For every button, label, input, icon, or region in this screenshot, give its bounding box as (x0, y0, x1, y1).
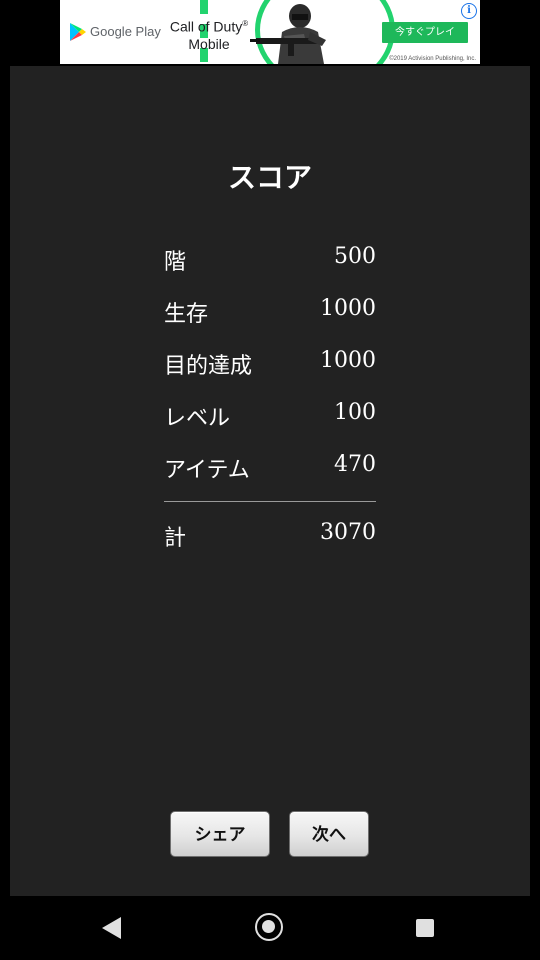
ad-info-icon[interactable]: i (461, 3, 477, 19)
score-row-floor: 階 500 (164, 238, 376, 290)
score-row-survival: 生存 1000 (164, 290, 376, 342)
score-label: レベル (164, 406, 231, 431)
next-button[interactable]: 次へ (289, 811, 369, 857)
back-icon[interactable] (102, 917, 121, 939)
total-label: 計 (164, 526, 187, 551)
score-value: 100 (334, 400, 376, 425)
ad-soldier-image (250, 4, 326, 64)
score-value: 1000 (320, 296, 376, 321)
ad-title-text: Call of Duty (169, 18, 243, 35)
game-screen: Google Play Call of Duty® Mobile 今すぐプレイ … (0, 0, 540, 960)
ad-store-label: Google Play (90, 24, 161, 39)
score-total-row: 計 3070 (164, 514, 376, 554)
share-button[interactable]: シェア (170, 811, 270, 857)
recents-icon[interactable] (416, 919, 434, 937)
score-label: アイテム (164, 458, 250, 483)
home-icon-dot (262, 920, 275, 933)
ad-copyright: ©2019 Activision Publishing, Inc. (389, 56, 476, 62)
navigation-bar (0, 896, 540, 960)
score-row-objective: 目的達成 1000 (164, 342, 376, 394)
ad-install-button[interactable]: 今すぐプレイ (382, 22, 468, 43)
score-panel: スコア 階 500 生存 1000 目的達成 1000 レベル 100 アイテム… (10, 66, 530, 896)
total-value: 3070 (320, 520, 376, 545)
ad-banner[interactable]: Google Play Call of Duty® Mobile 今すぐプレイ … (60, 0, 480, 64)
score-value: 1000 (320, 348, 376, 373)
score-divider (164, 501, 376, 502)
score-row-items: アイテム 470 (164, 446, 376, 498)
home-icon[interactable] (255, 913, 283, 941)
google-play-icon (70, 23, 86, 41)
score-label: 階 (164, 250, 187, 275)
ad-subtitle: Mobile (188, 35, 230, 52)
ad-title: Call of Duty® Mobile (164, 15, 254, 53)
score-value: 500 (334, 244, 376, 269)
score-list: 階 500 生存 1000 目的達成 1000 レベル 100 アイテム 470 (164, 238, 376, 498)
score-title: スコア (227, 161, 312, 194)
score-label: 生存 (164, 302, 209, 327)
score-value: 470 (334, 452, 376, 477)
score-row-level: レベル 100 (164, 394, 376, 446)
score-label: 目的達成 (164, 354, 253, 379)
